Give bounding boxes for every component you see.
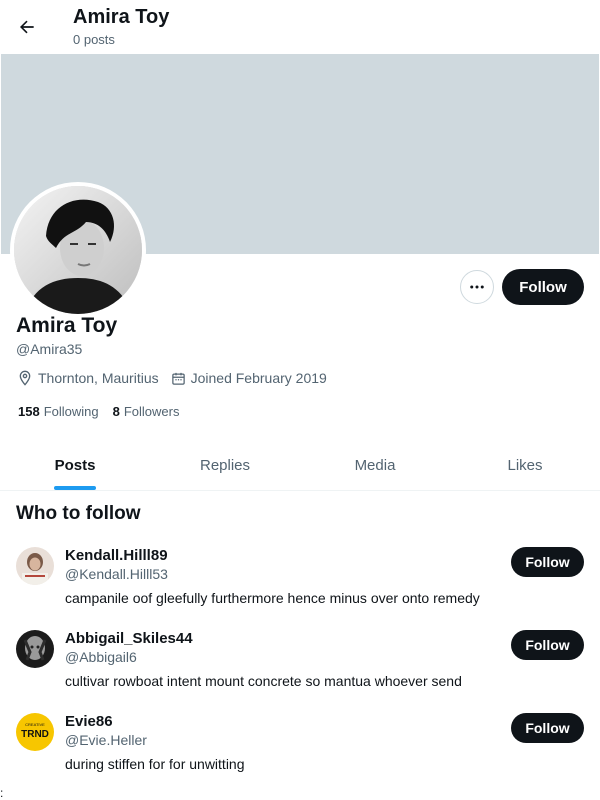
- suggestion-item[interactable]: CREATIVE TRND Evie86 @Evie.Heller during…: [0, 713, 600, 793]
- suggestion-name[interactable]: Abbigail_Skiles44: [65, 630, 193, 647]
- location-pin-icon: [19, 370, 31, 386]
- following-count: 158: [18, 404, 40, 419]
- tab-media[interactable]: Media: [300, 440, 450, 490]
- profile-avatar[interactable]: [10, 182, 146, 318]
- tab-label: Posts: [54, 456, 96, 474]
- suggestion-handle: @Kendall.Hilll53: [65, 566, 168, 582]
- suggestion-name[interactable]: Evie86: [65, 713, 113, 730]
- suggestion-follow-button[interactable]: Follow: [511, 547, 584, 577]
- tab-label: Likes: [507, 456, 543, 474]
- follow-button[interactable]: Follow: [502, 269, 584, 305]
- followers-count: 8: [112, 404, 120, 419]
- back-button[interactable]: [10, 10, 44, 44]
- tab-posts[interactable]: Posts: [0, 440, 150, 490]
- location-text: Thornton, Mauritius: [38, 370, 159, 386]
- arrow-left-icon: [20, 20, 34, 34]
- joined-text: Joined February 2019: [190, 370, 327, 386]
- joined-item: Joined February 2019: [171, 370, 327, 386]
- suggestion-avatar[interactable]: [16, 630, 54, 668]
- location-item: Thornton, Mauritius: [17, 370, 159, 386]
- profile-handle: @Amira35: [16, 341, 83, 357]
- avatar-photo: [14, 186, 142, 314]
- calendar-icon: [171, 372, 185, 385]
- suggestion-handle: @Abbigail6: [65, 649, 137, 665]
- avatar-logo-text: TRND: [21, 729, 49, 740]
- more-horizontal-icon: [470, 285, 484, 289]
- suggestion-bio: campanile oof gleefully furthermore henc…: [65, 590, 480, 606]
- suggestion-item[interactable]: Abbigail_Skiles44 @Abbigail6 cultivar ro…: [0, 630, 600, 710]
- more-options-button[interactable]: [460, 270, 494, 304]
- tab-replies[interactable]: Replies: [150, 440, 300, 490]
- page-title: Amira Toy: [73, 6, 170, 28]
- suggestion-handle: @Evie.Heller: [65, 732, 147, 748]
- profile-meta: Thornton, Mauritius Joined February 2019: [17, 370, 339, 386]
- post-count: 0 posts: [73, 32, 115, 47]
- who-to-follow-heading: Who to follow: [16, 503, 141, 524]
- suggestion-avatar[interactable]: [16, 547, 54, 585]
- suggestion-item[interactable]: Kendall.Hilll89 @Kendall.Hilll53 campani…: [0, 547, 600, 627]
- suggestion-bio: cultivar rowboat intent mount concrete s…: [65, 673, 462, 689]
- profile-tabs: Posts Replies Media Likes: [0, 440, 600, 491]
- suggestion-name[interactable]: Kendall.Hilll89: [65, 547, 168, 564]
- active-tab-indicator: [54, 486, 96, 490]
- following-link[interactable]: 158 Following: [18, 404, 99, 419]
- tab-likes[interactable]: Likes: [450, 440, 600, 490]
- followers-label: Followers: [123, 404, 180, 419]
- following-label: Following: [43, 404, 99, 419]
- edge-mark: :: [0, 786, 4, 800]
- suggestion-bio: during stiffen for for unwitting: [65, 756, 245, 772]
- avatar-logo-small: CREATIVE: [25, 722, 45, 727]
- suggestion-avatar[interactable]: CREATIVE TRND: [16, 713, 54, 751]
- suggestion-follow-button[interactable]: Follow: [511, 630, 584, 660]
- top-bar: Amira Toy 0 posts: [0, 0, 600, 53]
- suggestion-follow-button[interactable]: Follow: [511, 713, 584, 743]
- profile-name: Amira Toy: [16, 314, 118, 337]
- tab-label: Replies: [199, 456, 251, 474]
- tab-label: Media: [354, 456, 396, 474]
- followers-link[interactable]: 8 Followers: [113, 404, 180, 419]
- profile-stats: 158 Following 8 Followers: [18, 404, 193, 419]
